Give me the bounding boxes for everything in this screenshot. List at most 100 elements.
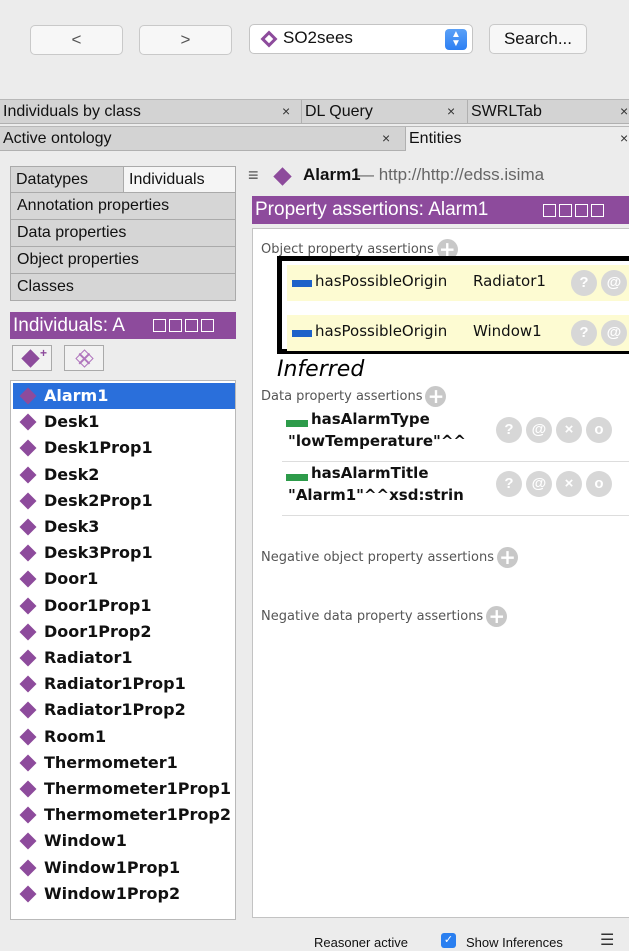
- back-button[interactable]: <: [30, 25, 123, 55]
- individual-label: Alarm1: [44, 386, 109, 405]
- minimize-icon[interactable]: [559, 203, 572, 217]
- chevron-updown-icon[interactable]: ▲ ▼: [445, 29, 467, 50]
- individual-icon: [19, 728, 37, 746]
- close-icon[interactable]: ×: [282, 100, 290, 123]
- individual-list-item[interactable]: Thermometer1: [13, 750, 235, 776]
- show-inferences-checkbox[interactable]: ✓: [441, 933, 456, 948]
- close-view-icon[interactable]: [591, 203, 604, 217]
- entity-iri: — http://http://edss.isima: [357, 165, 545, 184]
- tab-individuals-by-class[interactable]: Individuals by class ×: [0, 100, 300, 124]
- individual-list-item[interactable]: Desk3: [13, 514, 235, 540]
- individual-label: Door1Prop2: [44, 621, 152, 641]
- close-icon[interactable]: ×: [382, 127, 390, 150]
- data-assertion-row[interactable]: hasAlarmType "lowTemperature"^^ ? @ × o: [282, 410, 629, 462]
- ontology-selected: SO2sees: [283, 28, 353, 47]
- minimize-icon[interactable]: [169, 319, 182, 332]
- individual-list-item[interactable]: Radiator1: [13, 645, 235, 671]
- tab-individuals[interactable]: Individuals: [123, 167, 235, 192]
- individual-list-item[interactable]: Desk1Prop1: [13, 435, 235, 461]
- individual-list-item[interactable]: Thermometer1Prop2: [13, 802, 235, 828]
- view-controls: [153, 312, 214, 339]
- section-label: Data property assertions: [261, 389, 423, 404]
- add-data-assertion-icon[interactable]: +: [425, 386, 447, 407]
- object-property-icon: [292, 330, 312, 337]
- help-icon[interactable]: ?: [571, 320, 597, 346]
- tab-datatypes[interactable]: Datatypes: [11, 167, 123, 192]
- individual-list-item[interactable]: Radiator1Prop1: [13, 671, 235, 697]
- annotate-icon[interactable]: @: [526, 417, 552, 443]
- float-icon[interactable]: [575, 203, 588, 217]
- add-individual-button[interactable]: +: [12, 345, 52, 371]
- object-property-icon: [292, 280, 312, 287]
- split-view-icon[interactable]: [153, 319, 166, 332]
- edit-icon[interactable]: o: [586, 471, 612, 497]
- individual-list-item[interactable]: Desk3Prop1: [13, 540, 235, 566]
- tab-swrltab[interactable]: SWRLTab ×: [467, 100, 629, 124]
- close-icon[interactable]: ×: [620, 127, 628, 150]
- individual-list-item[interactable]: Window1: [13, 828, 235, 854]
- tab-object-properties[interactable]: Object properties: [10, 247, 236, 274]
- individual-list-item[interactable]: Radiator1Prop2: [13, 697, 235, 723]
- individual-list-item[interactable]: Desk2: [13, 462, 235, 488]
- float-icon[interactable]: [185, 319, 198, 332]
- negative-data-section: Negative data property assertions +: [261, 606, 508, 627]
- tab-classes[interactable]: Classes: [10, 274, 236, 301]
- individual-list-item[interactable]: Door1Prop2: [13, 619, 235, 645]
- object-assertion-row[interactable]: hasPossibleOrigin Radiator1 ? @: [287, 265, 629, 301]
- list-icon[interactable]: ☰: [600, 930, 614, 950]
- individual-list-item[interactable]: Desk2Prop1: [13, 488, 235, 514]
- edit-icon[interactable]: o: [586, 417, 612, 443]
- help-icon[interactable]: ?: [496, 471, 522, 497]
- individual-icon: [19, 832, 37, 850]
- individual-list-item[interactable]: Desk1: [13, 409, 235, 435]
- individual-list-item[interactable]: Door1Prop1: [13, 593, 235, 619]
- individual-label: Desk3Prop1: [44, 543, 153, 563]
- delete-icon[interactable]: ×: [556, 417, 582, 443]
- close-icon[interactable]: ×: [620, 100, 628, 123]
- individual-list-item[interactable]: Room1: [13, 724, 235, 750]
- tab-annotation-properties[interactable]: Annotation properties: [10, 193, 236, 220]
- annotate-icon[interactable]: @: [601, 270, 627, 296]
- add-negative-object-icon[interactable]: +: [496, 547, 518, 568]
- individual-list-item[interactable]: Door1: [13, 566, 235, 592]
- tab-dl-query[interactable]: DL Query ×: [301, 100, 466, 124]
- panel-title: Individuals: A: [13, 315, 125, 336]
- close-view-icon[interactable]: [201, 319, 214, 332]
- annotate-icon[interactable]: @: [526, 471, 552, 497]
- individual-list-item[interactable]: Alarm1: [13, 383, 235, 409]
- individual-icon: [19, 518, 37, 536]
- split-view-icon[interactable]: [543, 203, 556, 217]
- inferred-highlight: hasPossibleOrigin Radiator1 ? @ hasPossi…: [277, 256, 629, 354]
- property-name: hasAlarmType: [311, 410, 430, 428]
- add-negative-data-icon[interactable]: +: [486, 606, 508, 627]
- data-assertion-row[interactable]: hasAlarmTitle "Alarm1"^^xsd:strin ? @ × …: [282, 464, 629, 516]
- tab-label: Active ontology: [3, 130, 112, 147]
- help-icon[interactable]: ?: [571, 270, 597, 296]
- help-icon[interactable]: ?: [496, 417, 522, 443]
- tab-data-properties[interactable]: Data properties: [10, 220, 236, 247]
- individual-icon: [19, 649, 37, 667]
- tab-active-ontology[interactable]: Active ontology ×: [0, 127, 405, 151]
- entity-title-bar: ≡ Alarm1 — http://http://edss.isima: [248, 164, 629, 188]
- annotate-icon[interactable]: @: [601, 320, 627, 346]
- data-property-icon: [286, 474, 308, 481]
- search-button[interactable]: Search...: [489, 24, 587, 54]
- ontology-selector[interactable]: SO2sees ▲ ▼: [249, 24, 473, 54]
- individual-list-item[interactable]: Window1Prop2: [13, 881, 235, 907]
- data-property-icon: [286, 420, 308, 427]
- individual-icon: [19, 544, 37, 562]
- close-icon[interactable]: ×: [447, 100, 455, 123]
- individual-list-item[interactable]: Thermometer1Prop1: [13, 776, 235, 802]
- individual-list-item[interactable]: Window1Prop1: [13, 855, 235, 881]
- tab-entities[interactable]: Entities ×: [405, 127, 629, 151]
- delete-icon[interactable]: ×: [556, 471, 582, 497]
- toolbar: < > SO2sees ▲ ▼ Search...: [0, 0, 629, 98]
- menu-icon[interactable]: ≡: [248, 165, 259, 186]
- object-assertion-row[interactable]: hasPossibleOrigin Window1 ? @: [287, 315, 629, 351]
- individual-label: Thermometer1: [44, 752, 178, 772]
- tab-bar-top: Individuals by class × DL Query × SWRLTa…: [0, 99, 629, 124]
- individuals-list[interactable]: Alarm1 Desk1 Desk1Prop1 Desk2 Desk2Prop1 Desk…: [10, 380, 236, 920]
- delete-individual-button[interactable]: ✕: [64, 345, 104, 371]
- section-label: Negative object property assertions: [261, 550, 494, 565]
- forward-button[interactable]: >: [139, 25, 232, 55]
